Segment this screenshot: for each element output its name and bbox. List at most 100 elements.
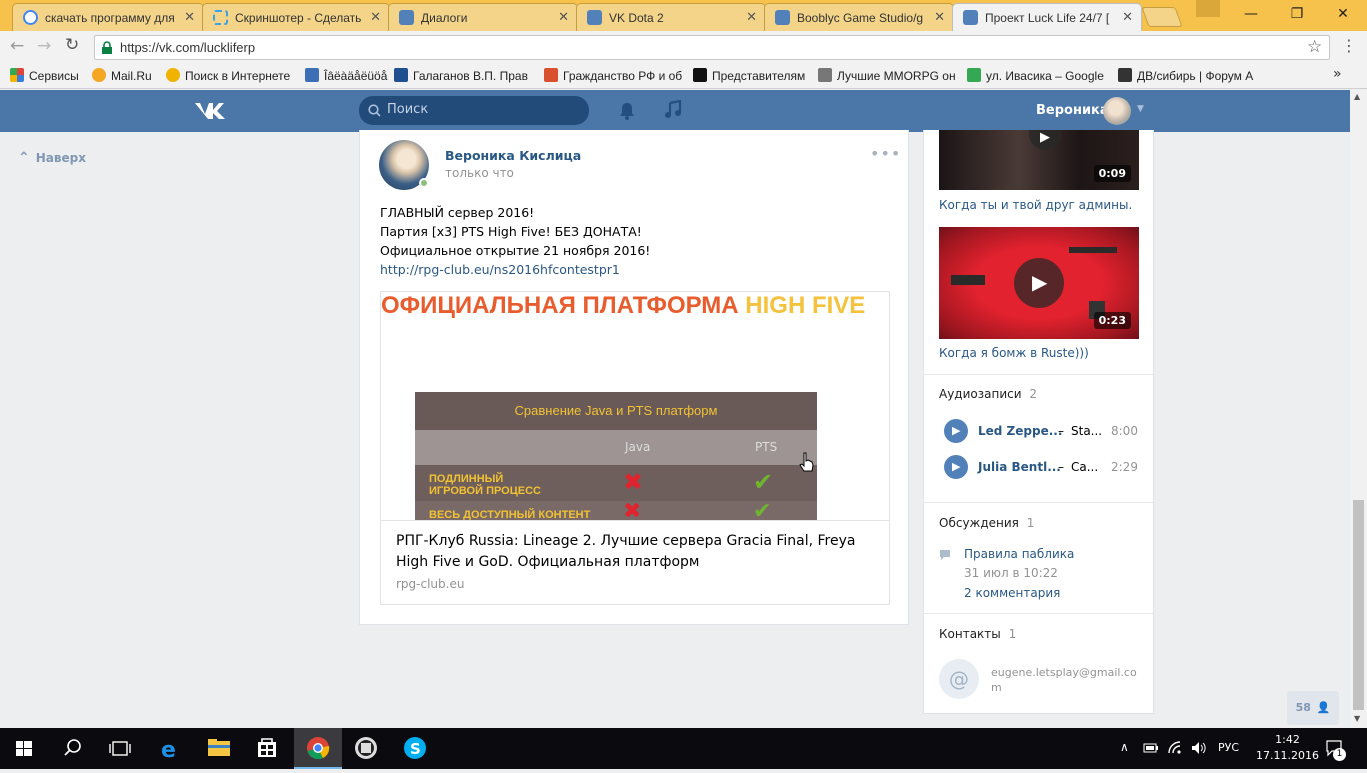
star-icon[interactable]: ☆ [1307,37,1322,57]
close-icon[interactable]: ✕ [558,9,569,25]
reload-icon[interactable]: ↻ [65,35,79,55]
skype-icon[interactable]: S [391,728,439,769]
attachment-image[interactable]: ОФИЦИАЛЬНАЯ ПЛАТФОРМА HIGH FIVE Сравнени… [381,292,889,520]
a-icon [693,68,707,82]
vk-icon [963,10,978,25]
browser-tab-strip: скачать программу для ✕ Скриншотер - Сде… [0,0,1367,31]
chevron-down-icon[interactable]: ▼ [1137,104,1144,114]
video-caption[interactable]: Когда я бомж в Ruste))) [939,346,1089,360]
play-button[interactable]: ▶ [944,419,968,443]
lock-icon [102,41,112,54]
discussion-topic[interactable]: Правила паблика [964,547,1074,561]
user-name[interactable]: Вероника [1036,103,1109,118]
file-explorer-icon[interactable] [195,728,243,769]
forward-icon[interactable]: → [37,36,51,56]
track-artist[interactable]: Julia Bentl... [978,460,1061,474]
maximize-button[interactable]: ❐ [1274,0,1320,30]
back-icon[interactable]: ← [10,36,24,56]
store-icon[interactable] [243,728,291,769]
chrome-taskbar-button[interactable] [294,728,342,769]
search-icon[interactable] [48,728,96,769]
more-bookmarks-icon[interactable]: » [1333,66,1342,82]
profile-icon[interactable] [1196,0,1220,17]
contacts-header[interactable]: Контакты 1 [939,627,1016,641]
discussion-comments[interactable]: 2 комментария [964,586,1060,600]
post-link[interactable]: http://rpg-club.eu/ns2016hfcontestpr1 [380,260,650,279]
bookmark-item[interactable]: ДВ/сибирь | Форум А [1118,68,1258,86]
video-caption[interactable]: Когда ты и твой друг админы. [939,198,1132,212]
bookmark-item[interactable]: Представителям [693,68,805,86]
post-author[interactable]: Вероника Кислица [445,148,581,163]
windows-start-icon[interactable] [0,728,48,769]
video-thumbnail[interactable]: ▶ 0:23 [939,227,1139,339]
address-bar[interactable]: https://vk.com/luckliferp ☆ [94,35,1330,60]
close-icon[interactable]: ✕ [934,9,945,25]
browser-tab[interactable]: Диалоги ✕ [388,3,578,31]
edge-icon[interactable]: e [146,728,194,769]
bookmark-item[interactable]: Поиск в Интернете [166,68,290,86]
discussions-header[interactable]: Обсуждения 1 [939,516,1034,530]
close-icon[interactable]: ✕ [370,9,381,25]
browser-tab-active[interactable]: Проект Luck Life 24/7 [ ✕ [952,3,1142,31]
close-icon[interactable]: ✕ [1122,9,1133,25]
bookmark-item[interactable]: Гражданство РФ и об [544,68,682,86]
new-tab-button[interactable] [1141,7,1183,27]
language-indicator[interactable]: РУС [1218,741,1239,754]
scrollbar-thumb[interactable] [1353,500,1364,710]
track-duration: 8:00 [1111,424,1138,438]
close-icon[interactable]: ✕ [746,9,757,25]
menu-icon[interactable]: ⋮ [1341,36,1357,55]
browser-tab[interactable]: VK Dota 2 ✕ [576,3,766,31]
flag-icon [544,68,558,82]
bookmark-label: Сервисы [29,69,79,83]
row-label: ВЕСЬ ДОСТУПНЫЙ КОНТЕНТ [429,509,591,520]
bookmark-item[interactable]: Лучшие MMORPG он [818,68,956,86]
task-view-icon[interactable] [96,728,144,769]
volume-icon[interactable] [1190,740,1208,756]
online-users-button[interactable]: 58 👤 [1287,691,1339,725]
contact-email[interactable]: eugene.letsplay@gmail.co m [991,665,1137,695]
scroll-up-icon[interactable]: ▲ [1354,92,1360,101]
bookmark-item[interactable]: Mail.Ru [92,68,152,86]
close-icon[interactable]: ✕ [184,9,195,25]
battery-icon[interactable] [1143,741,1159,755]
clock[interactable]: 1:42 17.11.2016 [1255,732,1320,764]
play-icon: ▶ [1029,130,1061,150]
music-icon[interactable] [664,100,682,120]
minimize-button[interactable]: — [1228,0,1274,30]
browser-tab[interactable]: скачать программу для ✕ [12,3,204,31]
play-button[interactable]: ▶ [944,455,968,479]
bookmark-label: Галаганов В.П. Прав [413,69,528,83]
more-options-icon[interactable]: ••• [870,144,901,163]
track-artist[interactable]: Led Zeppe... [978,424,1062,438]
post-time[interactable]: только что [445,166,514,180]
url-text[interactable]: https://vk.com/luckliferp [120,40,255,55]
chevron-up-icon[interactable]: ∧ [1120,740,1129,754]
browser-tab[interactable]: Booblyc Game Studio/g ✕ [764,3,954,31]
maps-icon [967,68,981,82]
link-domain[interactable]: rpg-club.eu [396,577,464,591]
bookmark-item[interactable]: Галаганов В.П. Прав [394,68,528,86]
bookmark-item[interactable]: Сервисы [10,68,79,86]
game-app-icon[interactable] [342,728,390,769]
bookmark-item[interactable]: Îâëàäåëüöå [305,68,387,86]
track-duration: 2:29 [1111,460,1138,474]
scrollbar[interactable]: ▲ ▼ [1350,90,1367,728]
vk-logo-icon[interactable] [193,101,227,121]
link-title[interactable]: РПГ-Клуб Russia: Lineage 2. Лучшие серве… [396,531,876,573]
scroll-down-icon[interactable]: ▼ [1354,714,1360,723]
wifi-icon[interactable] [1167,740,1183,756]
avatar[interactable] [1103,97,1131,125]
link-attachment[interactable]: ОФИЦИАЛЬНАЯ ПЛАТФОРМА HIGH FIVE Сравнени… [380,291,890,605]
video-thumbnail[interactable]: ▶ 0:09 [939,130,1139,190]
audio-track[interactable]: ▶ Julia Bentl... – Ca... 2:29 [944,454,1144,480]
audio-track[interactable]: ▶ Led Zeppe... – Sta... 8:00 [944,418,1144,444]
pen-icon [305,68,319,82]
back-to-top-button[interactable]: ⌃ Наверх [18,150,86,166]
search-input[interactable]: Поиск [359,96,589,125]
close-window-button[interactable]: ✕ [1320,0,1366,30]
audio-header[interactable]: Аудиозаписи 2 [939,387,1037,401]
bell-icon[interactable] [618,101,636,121]
browser-tab[interactable]: Скриншотер - Сделать ✕ [202,3,390,31]
bookmark-item[interactable]: ул. Ивасика – Google [967,68,1104,86]
